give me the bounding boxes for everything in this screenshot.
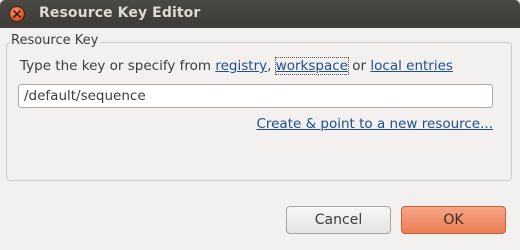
resource-key-input[interactable] [18,84,493,108]
prompt-line: Type the key or specify from registry, w… [20,57,453,75]
registry-link[interactable]: registry [215,58,267,74]
window-close-button[interactable] [9,6,25,22]
workspace-link[interactable]: workspace [274,57,349,75]
close-icon [13,10,21,18]
local-entries-link[interactable]: local entries [370,58,453,74]
ok-button[interactable]: OK [401,206,506,234]
title-bar: Resource Key Editor [0,0,520,28]
prompt-separator-comma: , [267,58,276,74]
cancel-button[interactable]: Cancel [286,206,391,234]
resource-key-editor-dialog: Resource Key Editor Resource Key Type th… [0,0,520,250]
window-title: Resource Key Editor [39,5,201,21]
prompt-text: Type the key or specify from [20,58,216,74]
group-label: Resource Key [11,33,101,48]
create-new-resource-link[interactable]: Create & point to a new resource... [256,116,493,132]
prompt-separator-or: or [347,58,371,74]
